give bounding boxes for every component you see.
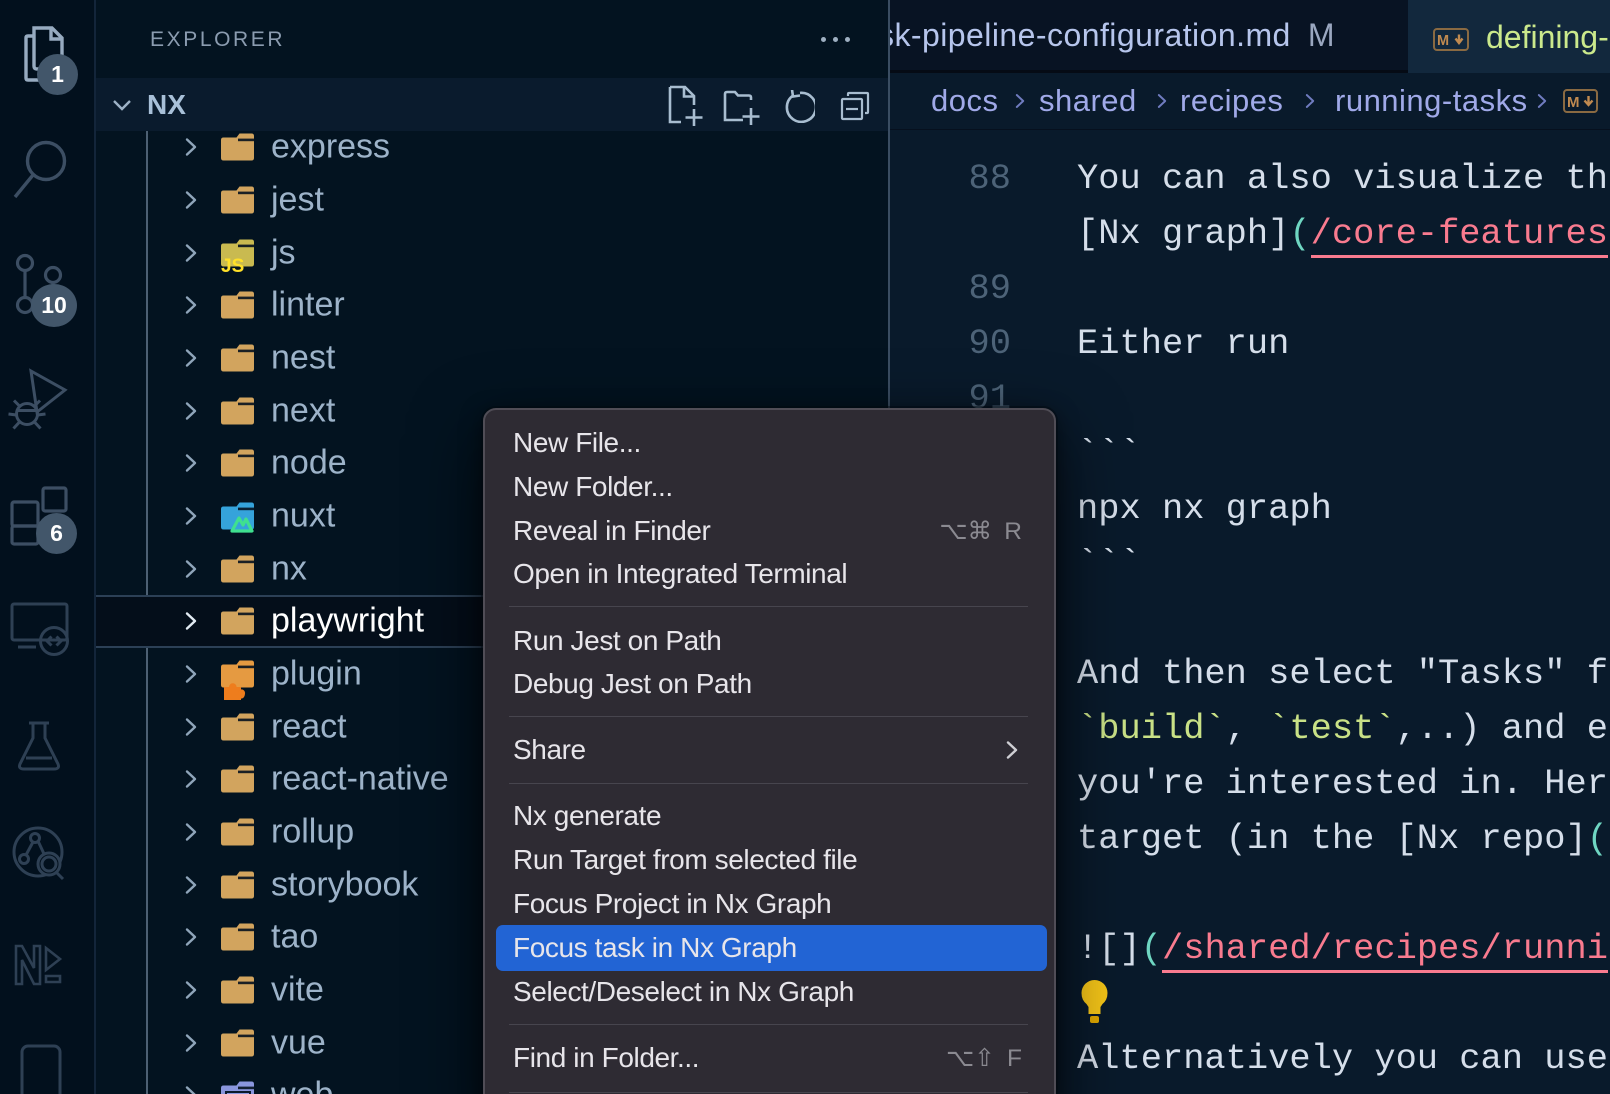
svg-text:M: M [1437,33,1449,49]
svg-text:M: M [1567,94,1580,111]
svg-text:JS: JS [221,256,244,274]
